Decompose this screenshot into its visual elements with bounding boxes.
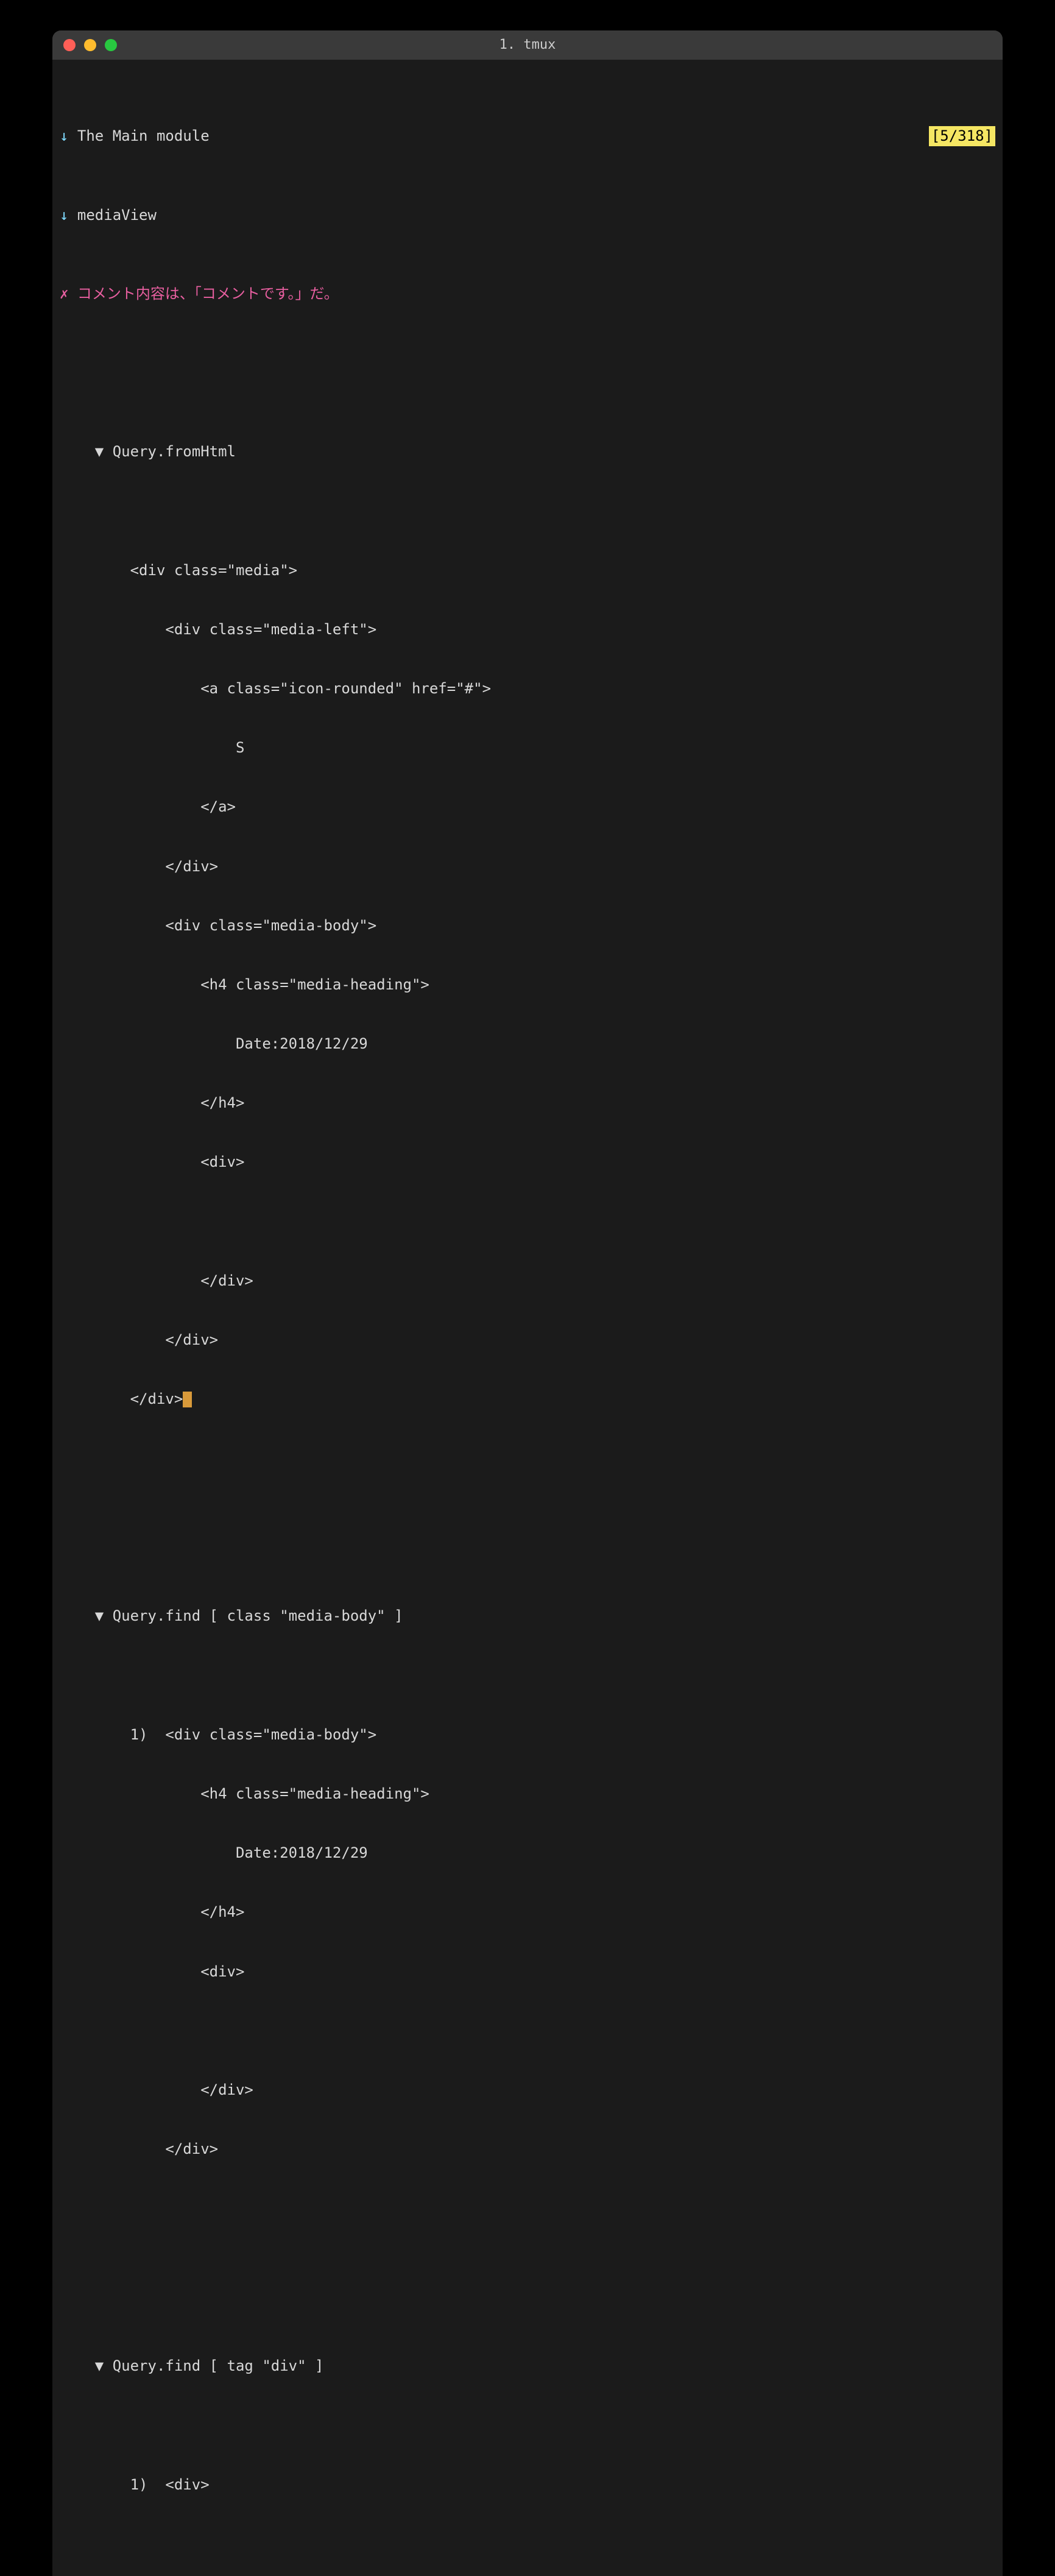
traffic-lights bbox=[63, 39, 117, 51]
html-line: </div> bbox=[52, 1271, 1003, 1290]
titlebar[interactable]: 1. tmux bbox=[52, 30, 1003, 60]
html-line: <h4 class="media-heading"> bbox=[52, 1784, 1003, 1803]
html-line: </div> bbox=[52, 1389, 1003, 1409]
html-line: S bbox=[52, 738, 1003, 757]
test-line: [5/318] ↓ The Main module bbox=[52, 126, 1003, 146]
cursor-icon bbox=[183, 1392, 191, 1407]
close-icon[interactable] bbox=[63, 39, 76, 51]
window-title: 1. tmux bbox=[52, 36, 1003, 54]
html-line: <div class="media-body"> bbox=[52, 916, 1003, 935]
failure-line: ✗ コメント内容は、「コメントです。」だ。 bbox=[52, 284, 1003, 303]
html-line: </div> bbox=[52, 1330, 1003, 1350]
blank-line bbox=[52, 501, 1003, 521]
html-line bbox=[52, 2021, 1003, 2040]
blank-line bbox=[52, 2218, 1003, 2238]
terminal-body[interactable]: [5/318] ↓ The Main module ↓ mediaView ✗ コ… bbox=[52, 60, 1003, 2576]
html-line: <a class="icon-rounded" href="#"> bbox=[52, 679, 1003, 698]
html-line bbox=[52, 2534, 1003, 2553]
html-line: Date:2018/12/29 bbox=[52, 1034, 1003, 1053]
test-line: ↓ mediaView bbox=[52, 205, 1003, 225]
failure-message: コメント内容は、「コメントです。」だ。 bbox=[77, 285, 339, 302]
html-line: </h4> bbox=[52, 1902, 1003, 1922]
html-line: <div class="media"> bbox=[52, 561, 1003, 580]
html-text: </div> bbox=[60, 1390, 183, 1407]
html-line bbox=[52, 1212, 1003, 1231]
test-name: mediaView bbox=[77, 207, 157, 224]
html-line: <div class="media-left"> bbox=[52, 620, 1003, 639]
html-line: </a> bbox=[52, 797, 1003, 816]
section-header: ▼ Query.find [ class "media-body" ] bbox=[52, 1606, 1003, 1626]
html-line: 1) <div class="media-body"> bbox=[52, 1725, 1003, 1744]
minimize-icon[interactable] bbox=[84, 39, 96, 51]
html-line: </div> bbox=[52, 2080, 1003, 2100]
blank-line bbox=[52, 1468, 1003, 1488]
html-line: <h4 class="media-heading"> bbox=[52, 975, 1003, 994]
terminal-window: 1. tmux [5/318] ↓ The Main module ↓ media… bbox=[52, 30, 1003, 2576]
arrow-down-icon: ↓ bbox=[60, 127, 77, 144]
section-header: ▼ Query.fromHtml bbox=[52, 442, 1003, 461]
blank-line bbox=[52, 1527, 1003, 1547]
html-line: </div> bbox=[52, 857, 1003, 876]
blank-line bbox=[52, 1666, 1003, 1685]
fail-x-icon: ✗ bbox=[60, 285, 77, 302]
blank-line bbox=[52, 2277, 1003, 2297]
blank-line bbox=[52, 363, 1003, 383]
html-line: <div> bbox=[52, 1152, 1003, 1172]
module-name: The Main module bbox=[77, 127, 210, 144]
html-line: <div> bbox=[52, 1962, 1003, 1981]
html-line: </h4> bbox=[52, 1093, 1003, 1113]
html-line: 1) <div> bbox=[52, 2475, 1003, 2494]
progress-badge: [5/318] bbox=[929, 126, 995, 146]
zoom-icon[interactable] bbox=[105, 39, 117, 51]
section-header: ▼ Query.find [ tag "div" ] bbox=[52, 2356, 1003, 2376]
html-line: Date:2018/12/29 bbox=[52, 1843, 1003, 1863]
html-line: </div> bbox=[52, 2139, 1003, 2159]
arrow-down-icon: ↓ bbox=[60, 207, 77, 224]
blank-line bbox=[52, 2415, 1003, 2435]
